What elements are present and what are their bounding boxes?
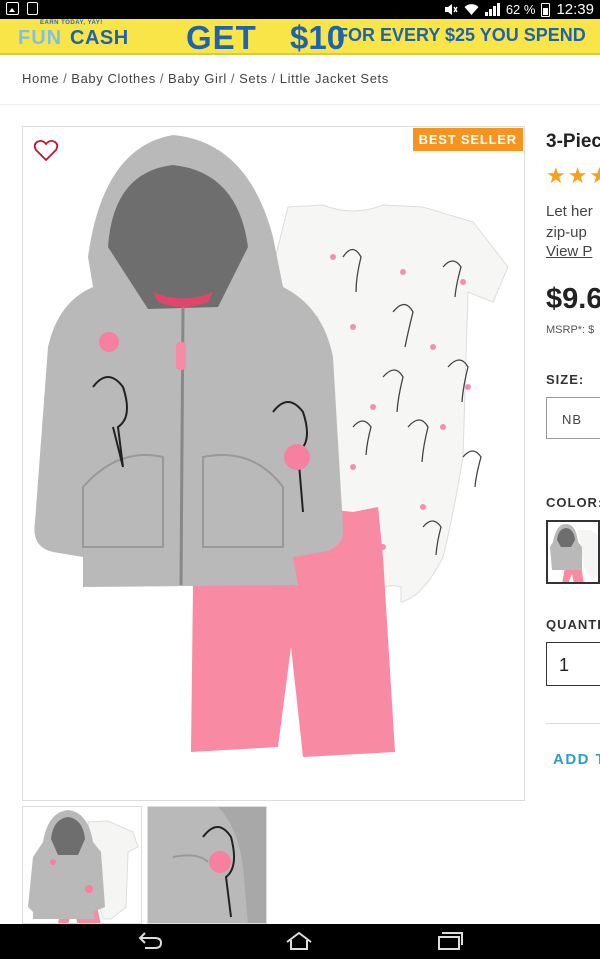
- color-label: COLOR:: [546, 495, 600, 510]
- signal-icon: [484, 3, 500, 16]
- battery-percent: 62 %: [505, 2, 536, 17]
- msrp-price: MSRP*: $: [546, 324, 595, 336]
- back-icon[interactable]: [135, 930, 165, 952]
- banner-cash: CASH: [70, 27, 129, 49]
- banner-get: GET: [186, 19, 257, 55]
- view-product-details-link[interactable]: View P: [546, 243, 592, 260]
- breadcrumb-home[interactable]: Home: [22, 71, 59, 86]
- breadcrumb: Home / Baby Clothes / Baby Girl / Sets /…: [22, 71, 389, 86]
- breadcrumb-baby-clothes[interactable]: Baby Clothes: [71, 71, 156, 86]
- image-icon: [6, 2, 19, 15]
- product-main-image[interactable]: BEST SELLER: [22, 126, 525, 801]
- clock: 12:39: [556, 1, 594, 18]
- divider: [0, 104, 600, 105]
- quantity-label: QUANTI: [546, 617, 600, 632]
- banner-offer-text: FOR EVERY $25 YOU SPEND: [337, 25, 586, 45]
- thumbnail-1-image: [28, 810, 139, 923]
- promo-banner[interactable]: EARN TODAY, YAY! FUN CASH GET $10 FOR EV…: [0, 19, 600, 55]
- rating-stars[interactable]: ★★★: [546, 163, 600, 189]
- size-label: SIZE:: [546, 372, 585, 387]
- quantity-input[interactable]: 1: [546, 642, 600, 686]
- product-title: 3-Piec: [546, 131, 600, 152]
- thumbnail-1[interactable]: [22, 806, 142, 924]
- breadcrumb-little-jacket-sets[interactable]: Little Jacket Sets: [280, 71, 389, 86]
- document-icon: [27, 2, 38, 15]
- thumbnail-2-image: [148, 807, 266, 923]
- color-swatch-image: [550, 524, 598, 582]
- recent-apps-icon[interactable]: [434, 930, 464, 952]
- add-to-bag-button[interactable]: ADD T: [553, 751, 600, 768]
- home-icon[interactable]: [284, 930, 314, 952]
- banner-tagline: EARN TODAY, YAY!: [40, 20, 103, 26]
- status-bar: 62 % 12:39: [0, 0, 600, 19]
- description-line-2: zip-up: [546, 224, 587, 241]
- divider: [546, 723, 600, 724]
- product-illustration: [34, 135, 509, 757]
- navigation-bar: [0, 924, 600, 959]
- best-seller-badge: BEST SELLER: [412, 128, 523, 151]
- description-line-1: Let her: [546, 203, 593, 220]
- breadcrumb-sets[interactable]: Sets: [239, 71, 267, 86]
- color-swatch[interactable]: [546, 520, 600, 584]
- favorite-heart-icon[interactable]: [33, 139, 59, 163]
- size-option-nb[interactable]: NB: [546, 397, 600, 439]
- mute-icon: [444, 4, 458, 15]
- wifi-icon: [464, 4, 479, 15]
- thumbnail-2[interactable]: [147, 806, 267, 924]
- product-price: $9.6: [546, 283, 600, 315]
- breadcrumb-baby-girl[interactable]: Baby Girl: [168, 71, 227, 86]
- product-description: Let her zip-up: [546, 201, 593, 243]
- banner-fun: FUN: [18, 27, 63, 49]
- battery-icon: [541, 2, 551, 17]
